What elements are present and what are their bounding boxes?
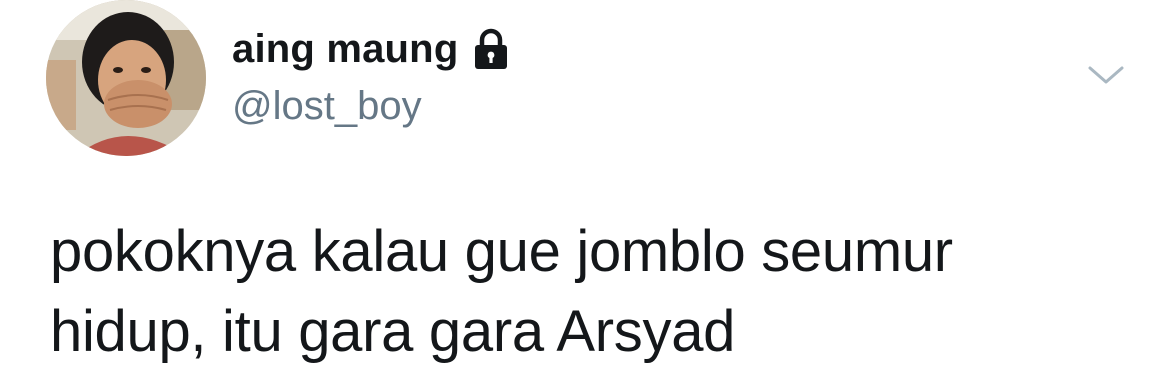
tweet-text-line: hidup, itu gara gara Arsyad — [50, 299, 736, 364]
tweet-text-line: pokoknya kalau gue jomblo seumur — [50, 219, 953, 284]
lock-icon — [472, 28, 510, 70]
chevron-down-icon[interactable] — [1086, 60, 1126, 90]
tweet-text: pokoknya kalau gue jomblo seumur hidup, … — [50, 212, 1130, 372]
author-handle[interactable]: @lost_boy — [232, 84, 422, 129]
avatar-image — [46, 0, 206, 156]
display-name[interactable]: aing maung — [232, 27, 458, 72]
avatar[interactable] — [46, 0, 206, 156]
author-name-row: aing maung — [232, 24, 510, 74]
tweet-card: aing maung @lost_boy pokoknya kalau gue … — [0, 0, 1170, 390]
